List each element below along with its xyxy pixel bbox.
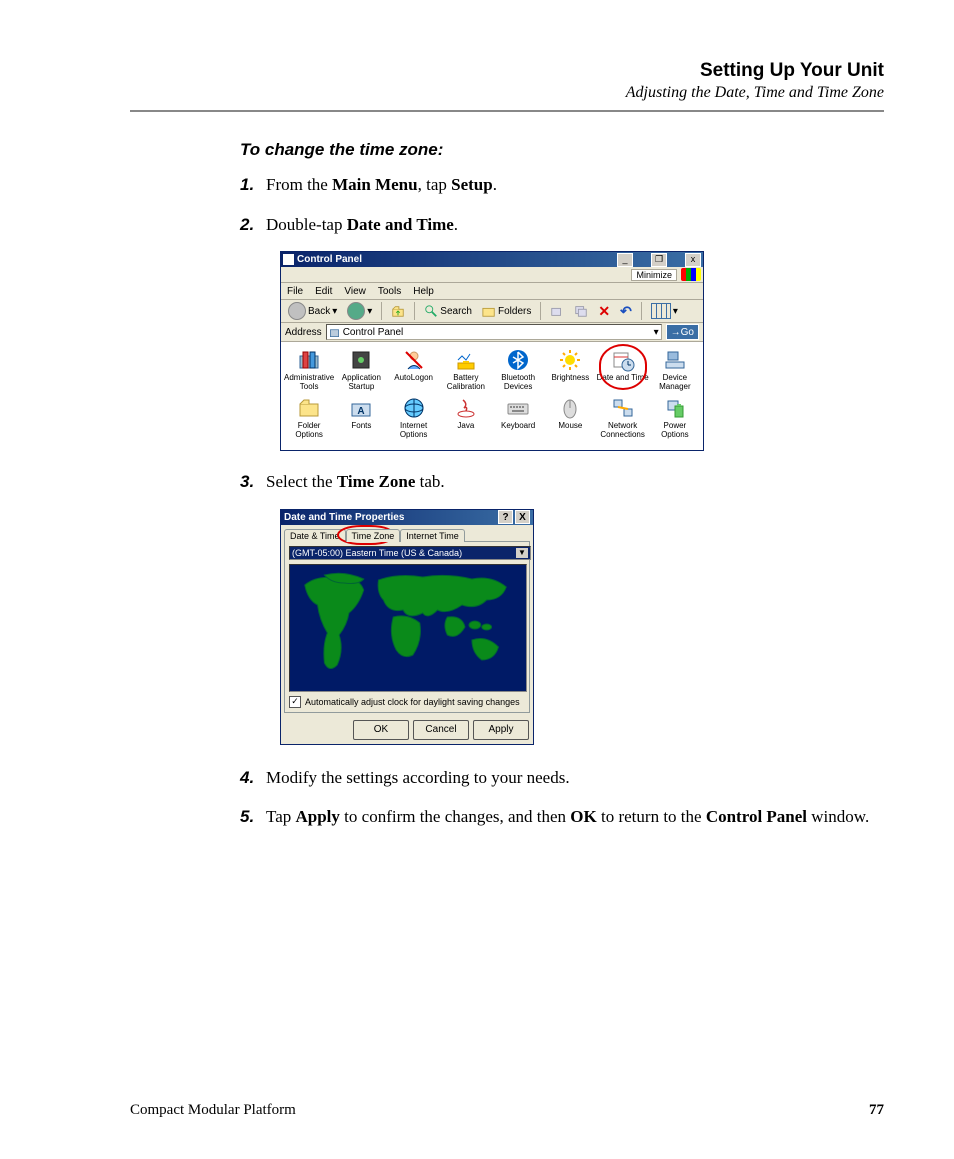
address-bar: Address Control Panel ▾ → Go: [281, 323, 703, 342]
section-title: To change the time zone:: [240, 140, 884, 160]
step-1: 1. From the Main Menu, tap Setup.: [240, 172, 884, 198]
step-text: Select the Time Zone tab.: [266, 469, 445, 495]
page-number: 77: [869, 1102, 884, 1119]
cp-item-battery-cal[interactable]: Battery Calibration: [440, 348, 492, 392]
world-map: [289, 564, 527, 692]
timezone-select[interactable]: (GMT-05:00) Eastern Time (US & Canada)▼: [289, 546, 531, 560]
address-field[interactable]: Control Panel ▾: [326, 324, 662, 340]
cp-item-brightness[interactable]: Brightness: [544, 348, 596, 392]
cp-item-folder-opts[interactable]: Folder Options: [283, 396, 335, 440]
page-footer: Compact Modular Platform 77: [130, 1102, 884, 1119]
cp-item-internet-opts[interactable]: Internet Options: [388, 396, 440, 440]
ok-button[interactable]: OK: [353, 720, 409, 740]
back-button[interactable]: Back▾: [285, 301, 340, 321]
menu-edit[interactable]: Edit: [315, 286, 332, 297]
folders-button[interactable]: Folders: [479, 303, 534, 319]
delete-button[interactable]: ✕: [595, 302, 613, 321]
cp-item-device-mgr[interactable]: Device Manager: [649, 348, 701, 392]
cp-item-bluetooth[interactable]: Bluetooth Devices: [492, 348, 544, 392]
menu-file[interactable]: File: [287, 286, 303, 297]
menu-help[interactable]: Help: [413, 286, 434, 297]
svg-text:A: A: [358, 406, 365, 417]
help-button[interactable]: ?: [498, 510, 513, 524]
tab-date-time[interactable]: Date & Time: [284, 529, 346, 542]
header-divider: [130, 110, 884, 112]
menu-view[interactable]: View: [344, 286, 366, 297]
maximize-button[interactable]: ❐: [651, 253, 667, 267]
toolbar: Back▾ ▾ Search Folders ✕ ↶ ▾: [281, 300, 703, 323]
tab-internet-time[interactable]: Internet Time: [400, 529, 465, 542]
step-text: From the Main Menu, tap Setup.: [266, 172, 497, 198]
forward-button[interactable]: ▾: [344, 301, 375, 321]
control-panel-screenshot: Control Panel _ ❐ x Minimize File Edit V…: [280, 251, 884, 451]
step-5: 5. Tap Apply to confirm the changes, and…: [240, 804, 884, 830]
footer-product: Compact Modular Platform: [130, 1102, 296, 1119]
dt-window-title: Date and Time Properties: [284, 512, 404, 523]
windows-logo-icon: [681, 268, 701, 281]
step-number: 3.: [240, 469, 266, 495]
minimize-button[interactable]: _: [617, 253, 633, 267]
step-text: Double-tap Date and Time.: [266, 212, 458, 238]
cp-item-keyboard[interactable]: Keyboard: [492, 396, 544, 440]
cp-item-mouse[interactable]: Mouse: [544, 396, 596, 440]
cp-item-network[interactable]: Network Connections: [597, 396, 649, 440]
views-button[interactable]: ▾: [648, 302, 681, 320]
step-number: 5.: [240, 804, 266, 830]
up-button[interactable]: [388, 303, 408, 319]
cp-item-fonts[interactable]: AFonts: [335, 396, 387, 440]
window-icon: [283, 254, 294, 265]
titlebar: Control Panel _ ❐ x: [281, 252, 703, 267]
close-button[interactable]: x: [685, 253, 701, 267]
menubar: File Edit View Tools Help: [281, 283, 703, 300]
step-number: 1.: [240, 172, 266, 198]
step-3: 3. Select the Time Zone tab.: [240, 469, 884, 495]
cp-item-java[interactable]: Java: [440, 396, 492, 440]
move-to-button[interactable]: [547, 303, 567, 319]
step-4: 4. Modify the settings according to your…: [240, 765, 884, 791]
cancel-button[interactable]: Cancel: [413, 720, 469, 740]
step-2: 2. Double-tap Date and Time.: [240, 212, 884, 238]
step-number: 2.: [240, 212, 266, 238]
cp-item-autologon[interactable]: AutoLogon: [388, 348, 440, 392]
cp-item-admin-tools[interactable]: Administrative Tools: [283, 348, 335, 392]
header-title: Setting Up Your Unit: [130, 60, 884, 82]
tab-time-zone[interactable]: Time Zone: [346, 529, 401, 542]
window-title: Control Panel: [297, 254, 617, 265]
dst-checkbox-row[interactable]: ✓ Automatically adjust clock for dayligh…: [289, 696, 525, 708]
icon-grid: Administrative Tools Application Startup…: [281, 342, 703, 450]
address-label: Address: [285, 327, 322, 338]
undo-button[interactable]: ↶: [617, 302, 635, 321]
apply-button[interactable]: Apply: [473, 720, 529, 740]
subbar: Minimize: [281, 267, 703, 283]
cp-item-app-startup[interactable]: Application Startup: [335, 348, 387, 392]
checkbox-icon[interactable]: ✓: [289, 696, 301, 708]
menu-tools[interactable]: Tools: [378, 286, 401, 297]
dt-titlebar: Date and Time Properties ? X: [281, 510, 533, 525]
close-button[interactable]: X: [515, 510, 530, 524]
date-time-screenshot: Date and Time Properties ? X Date & Time…: [280, 509, 884, 745]
cp-item-date-time[interactable]: Date and Time: [597, 348, 649, 392]
step-number: 4.: [240, 765, 266, 791]
header-subtitle: Adjusting the Date, Time and Time Zone: [130, 84, 884, 102]
minimize-label[interactable]: Minimize: [631, 269, 677, 281]
dst-label: Automatically adjust clock for daylight …: [305, 697, 520, 707]
cp-item-power-opts[interactable]: Power Options: [649, 396, 701, 440]
step-text: Tap Apply to confirm the changes, and th…: [266, 804, 869, 830]
copy-to-button[interactable]: [571, 303, 591, 319]
step-text: Modify the settings according to your ne…: [266, 765, 570, 791]
go-button[interactable]: → Go: [666, 324, 699, 340]
dt-tabs: Date & Time Time Zone Internet Time: [281, 525, 533, 541]
search-button[interactable]: Search: [421, 303, 475, 319]
